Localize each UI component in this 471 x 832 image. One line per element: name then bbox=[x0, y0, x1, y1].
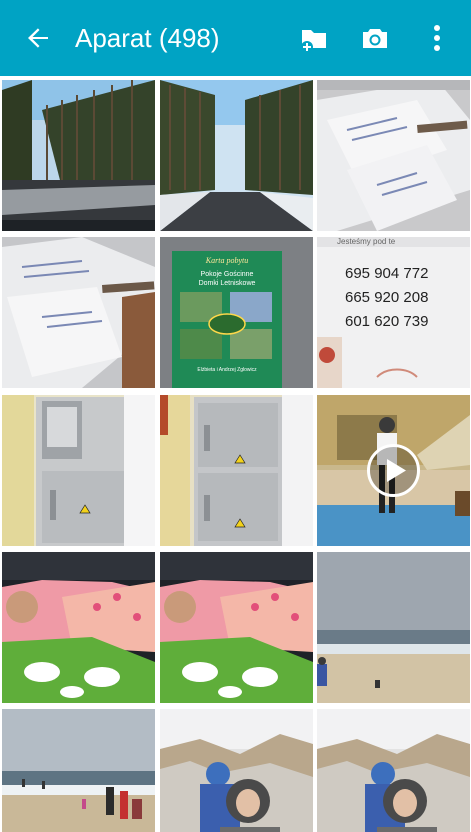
card-owner: Elżbieta i Andrzej Zglowicz bbox=[197, 367, 257, 373]
photo-thumbnail[interactable]: Jesteśmy pod te 695 904 772 665 920 208 … bbox=[317, 237, 470, 388]
video-thumbnail[interactable] bbox=[317, 395, 470, 546]
photo-thumbnail[interactable] bbox=[317, 552, 470, 703]
card-line: Domki Letniskowe bbox=[199, 280, 256, 287]
photo-thumbnail[interactable] bbox=[2, 709, 155, 832]
photo-thumbnail[interactable] bbox=[160, 80, 313, 231]
photo-thumbnail[interactable]: Karta pobytu Pokoje Gościnne Domki Letni… bbox=[160, 237, 313, 388]
more-vert-icon bbox=[434, 25, 440, 51]
photo-thumbnail[interactable] bbox=[2, 552, 155, 703]
back-button[interactable] bbox=[22, 22, 54, 54]
add-folder-icon bbox=[301, 30, 326, 53]
photo-thumbnail[interactable] bbox=[160, 552, 313, 703]
photo-grid: Karta pobytu Pokoje Gościnne Domki Letni… bbox=[0, 76, 471, 832]
camera-button[interactable] bbox=[359, 22, 391, 54]
card-title: Karta pobytu bbox=[205, 256, 248, 265]
more-options-button[interactable] bbox=[421, 22, 453, 54]
photo-thumbnail[interactable] bbox=[160, 395, 313, 546]
play-button[interactable] bbox=[367, 444, 420, 497]
arrow-left-icon bbox=[28, 28, 48, 48]
photo-thumbnail[interactable] bbox=[317, 709, 470, 832]
photo-thumbnail[interactable] bbox=[160, 709, 313, 832]
camera-icon bbox=[363, 29, 387, 48]
photo-thumbnail[interactable] bbox=[317, 80, 470, 231]
add-folder-button[interactable] bbox=[298, 22, 330, 54]
app-bar: Aparat (498) bbox=[0, 0, 471, 76]
phone-number: 695 904 772 bbox=[345, 265, 428, 282]
card-line: Pokoje Gościnne bbox=[201, 271, 254, 278]
phone-number: 665 920 208 bbox=[345, 289, 428, 306]
photo-thumbnail[interactable] bbox=[2, 80, 155, 231]
play-icon bbox=[387, 459, 406, 482]
page-title: Aparat (498) bbox=[75, 23, 220, 53]
sign-header: Jesteśmy pod te bbox=[337, 237, 396, 246]
photo-thumbnail[interactable] bbox=[2, 395, 155, 546]
photo-thumbnail[interactable] bbox=[2, 237, 155, 388]
phone-number: 601 620 739 bbox=[345, 313, 428, 330]
